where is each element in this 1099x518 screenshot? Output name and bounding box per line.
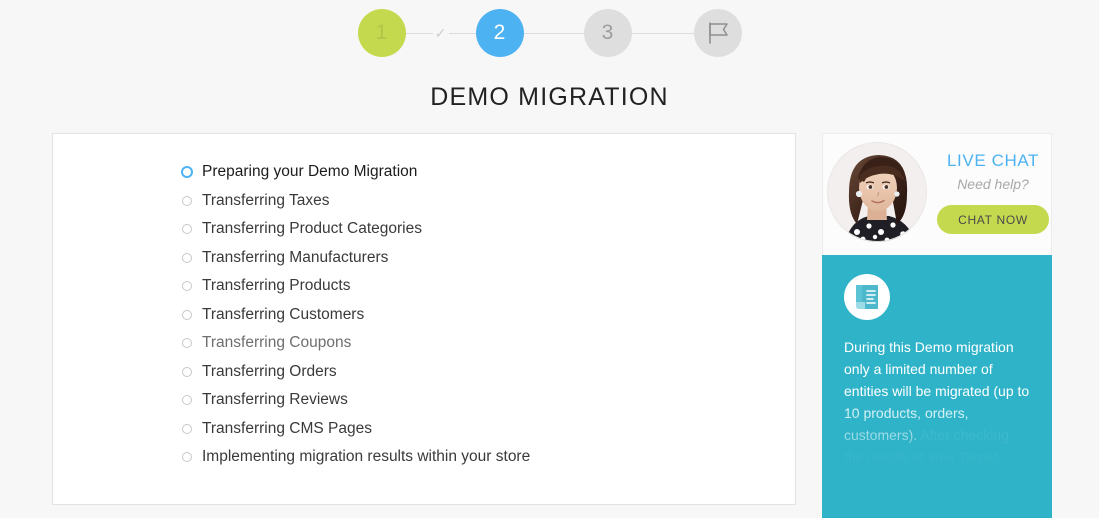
list-item: Transferring Coupons <box>181 329 530 358</box>
list-item: Transferring Taxes <box>181 187 530 216</box>
task-status-bullet-pending <box>182 224 192 235</box>
step-1-label: 1 <box>375 21 388 44</box>
list-item: Transferring Manufacturers <box>181 244 530 273</box>
document-report-icon <box>856 285 878 309</box>
step-4-flag[interactable] <box>693 9 742 57</box>
task-status-bullet-pending <box>182 452 192 463</box>
step-2-label: 2 <box>493 21 506 44</box>
right-sidebar: LIVE CHAT Need help? CHAT NOW During thi… <box>822 133 1052 518</box>
step-2[interactable]: 2 <box>475 9 524 57</box>
list-item: Transferring CMS Pages <box>181 415 530 444</box>
task-status-bullet-pending <box>182 338 192 349</box>
migration-progress-panel: Preparing your Demo Migration Transferri… <box>52 133 796 505</box>
live-chat-title: LIVE CHAT <box>947 151 1039 170</box>
task-label: Implementing migration results within yo… <box>202 448 531 466</box>
task-label: Transferring Orders <box>202 362 337 380</box>
task-label: Transferring Manufacturers <box>202 248 389 266</box>
demo-migration-info-card: During this Demo migration only a limite… <box>822 255 1052 518</box>
list-item: Transferring Customers <box>181 301 530 330</box>
task-label: Transferring Taxes <box>202 191 330 209</box>
live-chat-card: LIVE CHAT Need help? CHAT NOW <box>822 133 1052 255</box>
stepper-connector-3 <box>523 32 584 34</box>
document-report-icon-wrapper <box>844 274 890 320</box>
list-item: Implementing migration results within yo… <box>181 443 530 472</box>
list-item: Transferring Reviews <box>181 386 530 415</box>
task-label: Transferring Coupons <box>202 334 352 352</box>
flag-icon <box>708 22 728 44</box>
task-status-bullet-active <box>181 166 193 179</box>
list-item: Preparing your Demo Migration <box>181 158 530 187</box>
info-card-text: During this Demo migration only a limite… <box>844 336 1030 518</box>
task-label: Transferring Reviews <box>202 391 348 409</box>
avatar <box>827 142 927 242</box>
stepper-connector-4 <box>631 32 694 34</box>
step-3[interactable]: 3 <box>583 9 632 57</box>
task-label: Transferring Customers <box>202 305 365 323</box>
task-status-bullet-pending <box>182 309 192 320</box>
task-label: Transferring Products <box>202 277 351 295</box>
task-status-bullet-pending <box>182 195 192 206</box>
stepper-connector-2 <box>448 32 476 34</box>
task-status-bullet-pending <box>182 252 192 263</box>
task-status-bullet-pending <box>182 281 192 292</box>
task-label: Transferring CMS Pages <box>202 419 372 437</box>
step-3-label: 3 <box>601 21 614 44</box>
step-1-complete-check-icon: ✓ <box>434 25 447 41</box>
list-item: Transferring Product Categories <box>181 215 530 244</box>
migration-task-list: Preparing your Demo Migration Transferri… <box>181 158 530 472</box>
list-item: Transferring Orders <box>181 358 530 387</box>
migration-stepper: 1 ✓ 2 3 <box>0 9 1099 57</box>
stepper-connector-1 <box>405 32 433 34</box>
task-label: Transferring Product Categories <box>202 220 422 238</box>
need-help-text: Need help? <box>957 176 1029 192</box>
task-status-bullet-pending <box>182 423 192 434</box>
task-label: Preparing your Demo Migration <box>202 163 418 181</box>
list-item: Transferring Products <box>181 272 530 301</box>
support-agent-avatar-image <box>827 142 927 242</box>
step-1[interactable]: 1 <box>357 9 406 57</box>
chat-now-button[interactable]: CHAT NOW <box>937 205 1049 234</box>
live-chat-info: LIVE CHAT Need help? CHAT NOW <box>937 151 1049 234</box>
task-status-bullet-pending <box>182 366 192 377</box>
page-title: DEMO MIGRATION <box>430 83 669 111</box>
task-status-bullet-pending <box>182 395 192 406</box>
